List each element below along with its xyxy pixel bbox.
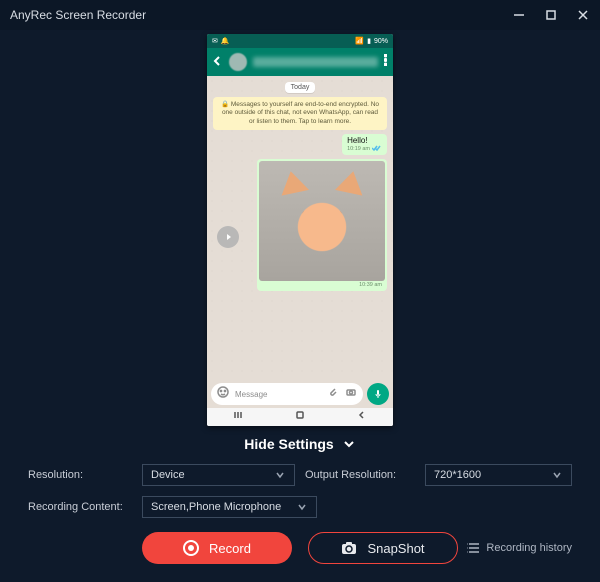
phone-preview-area: ✉ 🔔 📶 ▮ 90% Today 🔒 Messages to yourself… bbox=[0, 30, 600, 430]
close-button[interactable] bbox=[576, 8, 590, 22]
camera-icon[interactable] bbox=[345, 385, 357, 403]
minimize-button[interactable] bbox=[512, 8, 526, 22]
settings-panel: Resolution: Device Output Resolution: 72… bbox=[0, 458, 600, 564]
action-row: Record SnapShot Recording history bbox=[28, 532, 572, 564]
recording-history-link[interactable]: Recording history bbox=[466, 542, 572, 554]
back-icon[interactable] bbox=[213, 53, 223, 71]
hide-settings-toggle[interactable]: Hide Settings bbox=[0, 430, 600, 458]
message-field[interactable]: Message bbox=[211, 383, 363, 405]
record-button[interactable]: Record bbox=[142, 532, 292, 564]
kebab-icon[interactable] bbox=[384, 53, 387, 71]
bell-icon: 🔔 bbox=[221, 37, 230, 45]
forward-icon[interactable] bbox=[217, 226, 239, 248]
output-resolution-label: Output Resolution: bbox=[305, 469, 415, 481]
mic-button[interactable] bbox=[367, 383, 389, 405]
notif-icon: ✉ bbox=[212, 37, 218, 45]
battery-text: 90% bbox=[374, 38, 388, 45]
list-icon bbox=[466, 542, 480, 554]
cat-photo bbox=[259, 161, 385, 281]
resolution-label: Resolution: bbox=[28, 469, 132, 481]
message-out-text: Hello! 10:19 am bbox=[342, 134, 387, 155]
output-resolution-select[interactable]: 720*1600 bbox=[425, 464, 572, 486]
recording-content-label: Recording Content: bbox=[28, 501, 132, 513]
emoji-icon[interactable] bbox=[217, 385, 229, 403]
snapshot-button[interactable]: SnapShot bbox=[308, 532, 458, 564]
message-out-image: 10:39 am bbox=[257, 159, 387, 291]
contact-name-blurred bbox=[253, 57, 378, 67]
titlebar: AnyRec Screen Recorder bbox=[0, 0, 600, 30]
record-label: Record bbox=[209, 541, 251, 556]
recording-content-value: Screen,Phone Microphone bbox=[151, 501, 281, 513]
avatar bbox=[229, 53, 247, 71]
resolution-value: Device bbox=[151, 469, 185, 481]
date-pill: Today bbox=[285, 82, 316, 93]
recording-history-label: Recording history bbox=[486, 542, 572, 554]
snapshot-label: SnapShot bbox=[367, 541, 424, 556]
message-time: 10:19 am bbox=[347, 146, 370, 152]
signal-icon: ▮ bbox=[367, 37, 371, 45]
chevron-down-icon bbox=[296, 501, 308, 513]
message-placeholder: Message bbox=[235, 390, 321, 399]
app-title: AnyRec Screen Recorder bbox=[10, 8, 146, 22]
read-ticks-icon bbox=[372, 145, 382, 153]
attachment-icon[interactable] bbox=[327, 385, 339, 403]
recording-content-select[interactable]: Screen,Phone Microphone bbox=[142, 496, 317, 518]
phone-statusbar: ✉ 🔔 📶 ▮ 90% bbox=[207, 34, 393, 48]
resolution-select[interactable]: Device bbox=[142, 464, 295, 486]
output-resolution-value: 720*1600 bbox=[434, 469, 481, 481]
chevron-down-icon bbox=[551, 469, 563, 481]
phone-frame: ✉ 🔔 📶 ▮ 90% Today 🔒 Messages to yourself… bbox=[207, 34, 393, 426]
chat-header bbox=[207, 48, 393, 76]
wifi-icon: 📶 bbox=[355, 37, 364, 45]
chat-body: Today 🔒 Messages to yourself are end-to-… bbox=[207, 76, 393, 380]
image-message-time: 10:39 am bbox=[259, 281, 385, 289]
chevron-down-icon bbox=[342, 437, 356, 451]
record-icon bbox=[183, 540, 199, 556]
window-controls bbox=[512, 8, 590, 22]
nav-recent-icon[interactable] bbox=[232, 408, 244, 426]
maximize-button[interactable] bbox=[544, 8, 558, 22]
android-navbar bbox=[207, 408, 393, 426]
message-text: Hello! bbox=[347, 136, 367, 145]
camera-icon bbox=[341, 541, 357, 555]
chevron-down-icon bbox=[274, 469, 286, 481]
nav-home-icon[interactable] bbox=[294, 408, 306, 426]
hide-settings-label: Hide Settings bbox=[244, 436, 333, 452]
encryption-notice: 🔒 Messages to yourself are end-to-end en… bbox=[213, 97, 387, 130]
nav-back-icon[interactable] bbox=[356, 408, 368, 426]
chat-input-row: Message bbox=[207, 380, 393, 408]
